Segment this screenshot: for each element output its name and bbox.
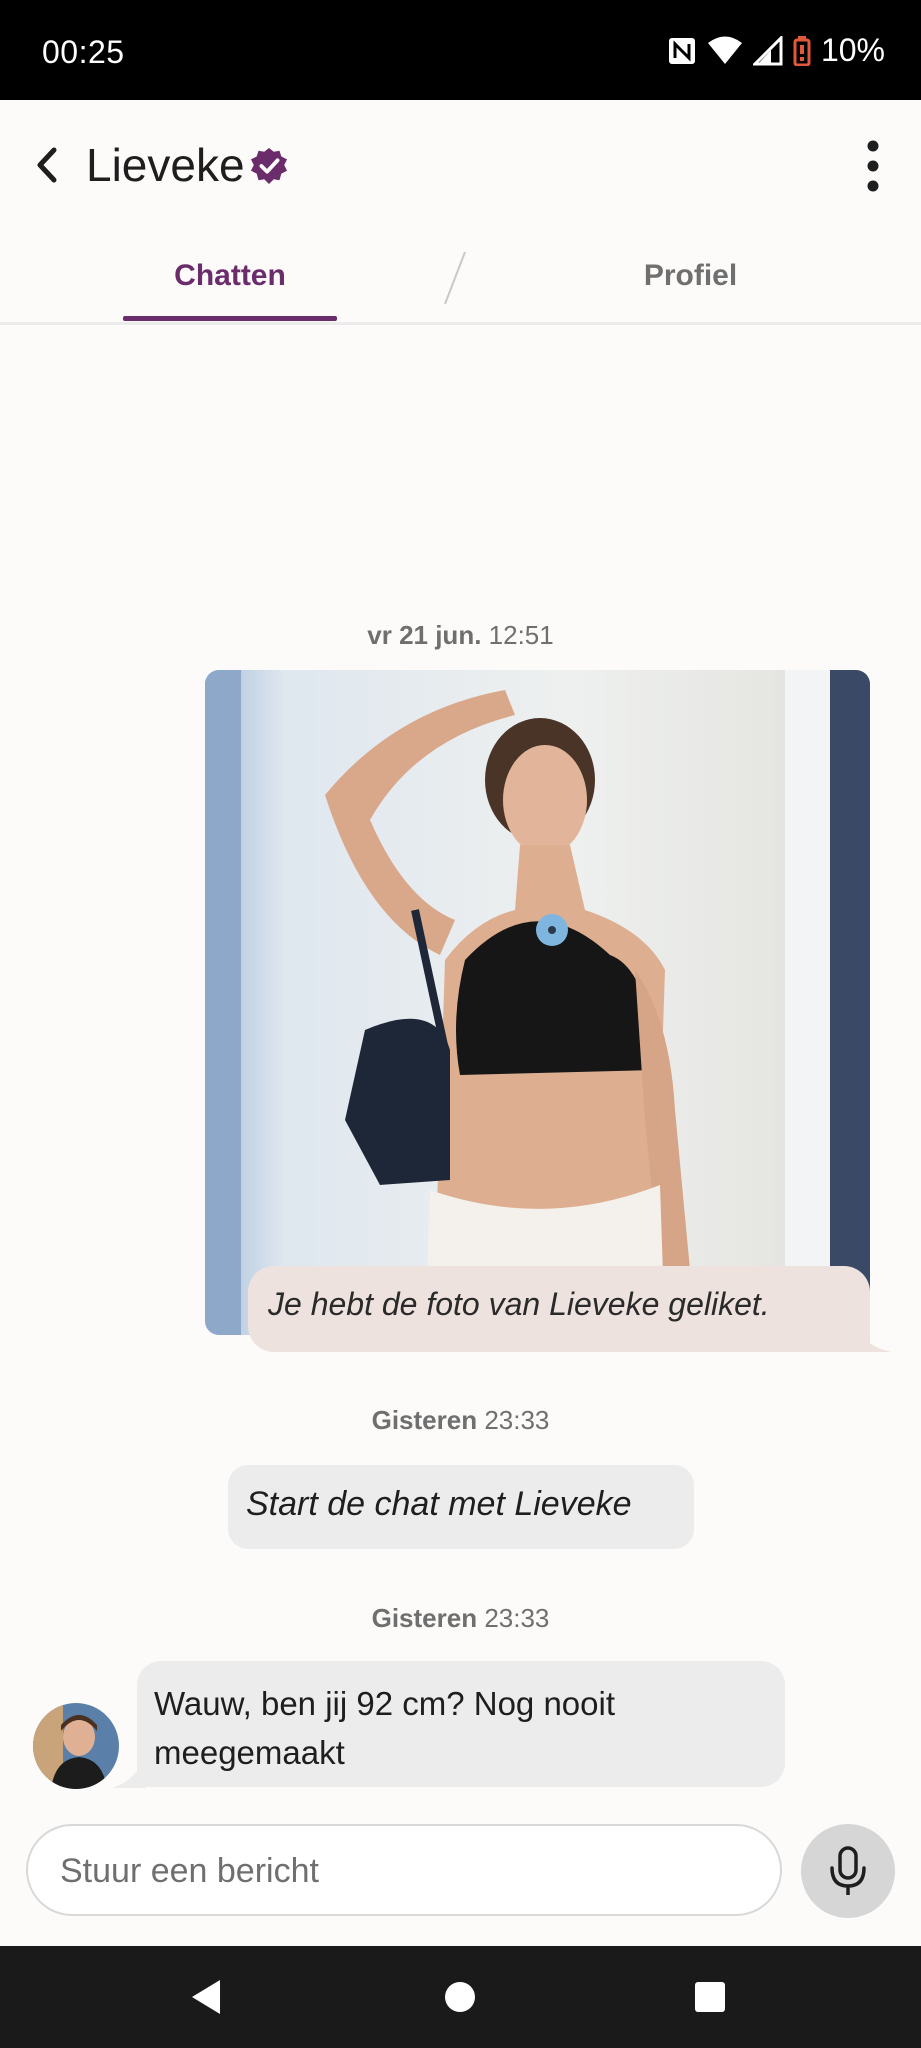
date-day: Gisteren — [371, 1405, 478, 1435]
more-options-icon[interactable] — [861, 136, 885, 196]
date-time: 23:33 — [484, 1405, 550, 1435]
date-separator: Gisteren 23:33 — [0, 1603, 921, 1634]
date-day: vr 21 jun. — [367, 620, 482, 650]
date-day: Gisteren — [371, 1603, 478, 1633]
start-chat-text: Start de chat met Lieveke — [246, 1485, 632, 1523]
bubble-tail — [850, 1316, 892, 1352]
contact-avatar[interactable] — [33, 1703, 119, 1789]
signal-icon — [752, 35, 783, 65]
wifi-icon — [707, 36, 742, 64]
date-separator: Gisteren 23:33 — [0, 1405, 921, 1436]
date-separator: vr 21 jun. 12:51 — [0, 620, 921, 651]
message-input[interactable] — [58, 1848, 752, 1894]
nav-home-icon[interactable] — [415, 1946, 505, 2048]
liked-photo-image — [205, 670, 870, 1335]
liked-photo[interactable] — [205, 670, 870, 1335]
contact-name[interactable]: Lieveke — [86, 138, 245, 192]
message-input-container — [26, 1824, 782, 1916]
chat-header: Lieveke — [0, 100, 921, 230]
nfc-icon — [668, 37, 695, 64]
date-time: 12:51 — [488, 620, 554, 650]
incoming-message-text: Wauw, ben jij 92 cm? Nog nooit meegemaak… — [154, 1685, 616, 1771]
active-tab-indicator — [123, 316, 337, 321]
avatar-image — [33, 1703, 119, 1789]
system-nav-bar — [0, 1946, 921, 2048]
start-chat-prompt[interactable]: Start de chat met Lieveke — [228, 1465, 694, 1549]
nav-recents-icon[interactable] — [665, 1946, 755, 2048]
status-icons: 10% — [667, 32, 885, 69]
tab-profile[interactable]: Profiel — [460, 230, 921, 322]
back-arrow-icon[interactable] — [28, 140, 68, 190]
status-bar: 00:25 10% — [0, 0, 921, 100]
date-time: 23:33 — [484, 1603, 550, 1633]
voice-message-button[interactable] — [801, 1824, 895, 1918]
tab-chat[interactable]: Chatten — [0, 230, 460, 322]
verified-badge-icon — [250, 147, 288, 185]
incoming-message-bubble[interactable]: Wauw, ben jij 92 cm? Nog nooit meegemaak… — [137, 1661, 785, 1787]
like-notice-bubble: Je hebt de foto van Lieveke geliket. — [248, 1266, 870, 1352]
nav-back-icon[interactable] — [162, 1946, 252, 2048]
battery-percent: 10% — [820, 32, 885, 68]
like-notice-text: Je hebt de foto van Lieveke geliket. — [268, 1286, 770, 1322]
status-time: 00:25 — [42, 34, 125, 70]
microphone-icon — [830, 1846, 866, 1895]
battery-low-icon — [793, 35, 811, 66]
tab-bar: Chatten Profiel — [0, 230, 921, 325]
